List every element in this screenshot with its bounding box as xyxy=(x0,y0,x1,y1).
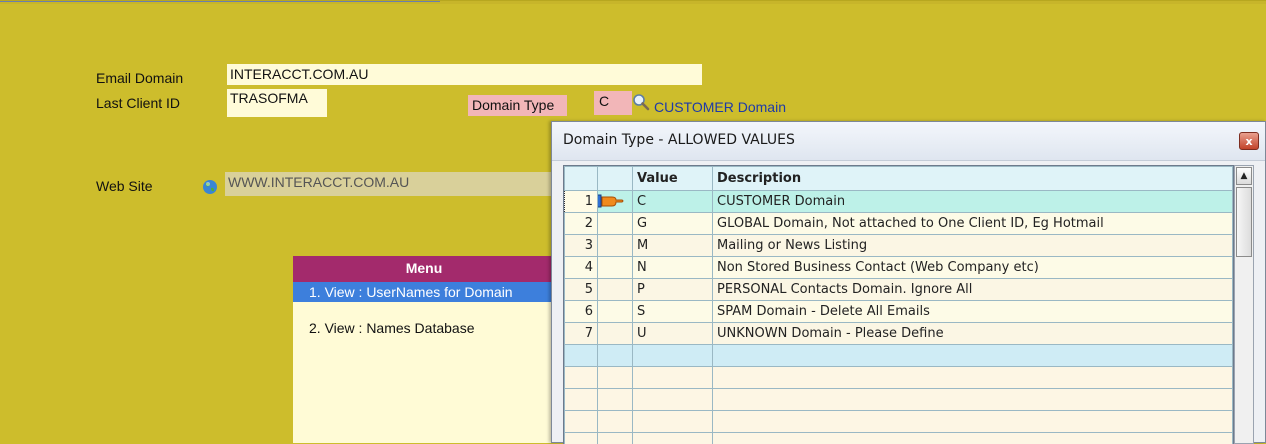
row-number: 6 xyxy=(565,301,598,323)
col-header-description[interactable]: Description xyxy=(713,167,1233,191)
menu-panel: Menu 1. View : UserNames for Domain 2. V… xyxy=(293,256,555,443)
table-row[interactable]: 1 C CUSTOMER Domain xyxy=(565,191,1233,213)
row-indicator xyxy=(598,213,633,235)
title-accent-line xyxy=(0,1,440,2)
row-value: C xyxy=(633,191,713,213)
domain-type-description: CUSTOMER Domain xyxy=(654,99,786,115)
row-description: Non Stored Business Contact (Web Company… xyxy=(713,257,1233,279)
row-value: P xyxy=(633,279,713,301)
domain-type-field[interactable]: C xyxy=(594,91,632,115)
close-button[interactable]: x xyxy=(1239,132,1259,150)
row-description: SPAM Domain - Delete All Emails xyxy=(713,301,1233,323)
email-domain-label: Email Domain xyxy=(96,70,183,86)
row-number: 7 xyxy=(565,323,598,345)
col-header-value[interactable]: Value xyxy=(633,167,713,191)
grid-header-row: Value Description xyxy=(565,167,1233,191)
empty-row[interactable] xyxy=(565,411,1233,433)
row-value: M xyxy=(633,235,713,257)
row-value: N xyxy=(633,257,713,279)
scroll-up-arrow-icon[interactable]: ▲ xyxy=(1236,167,1252,185)
row-indicator xyxy=(598,191,633,213)
table-row[interactable]: 4 N Non Stored Business Contact (Web Com… xyxy=(565,257,1233,279)
row-description: GLOBAL Domain, Not attached to One Clien… xyxy=(713,213,1233,235)
row-value: U xyxy=(633,323,713,345)
row-indicator xyxy=(598,235,633,257)
close-icon: x xyxy=(1245,135,1252,148)
row-number: 2 xyxy=(565,213,598,235)
row-value: S xyxy=(633,301,713,323)
email-domain-field[interactable]: INTERACCT.COM.AU xyxy=(227,64,702,85)
row-number: 1 xyxy=(565,191,598,213)
row-description: PERSONAL Contacts Domain. Ignore All xyxy=(713,279,1233,301)
empty-row[interactable] xyxy=(565,367,1233,389)
pointing-hand-icon xyxy=(598,193,625,213)
lookup-magnifier-icon[interactable] xyxy=(632,93,650,115)
row-description: UNKNOWN Domain - Please Define xyxy=(713,323,1233,345)
row-number: 4 xyxy=(565,257,598,279)
globe-icon[interactable] xyxy=(202,179,218,199)
col-header-indicator xyxy=(598,167,633,191)
empty-row[interactable] xyxy=(565,389,1233,411)
table-row[interactable]: 7 U UNKNOWN Domain - Please Define xyxy=(565,323,1233,345)
row-indicator xyxy=(598,323,633,345)
menu-item-view-usernames[interactable]: 1. View : UserNames for Domain xyxy=(293,282,555,302)
row-description: CUSTOMER Domain xyxy=(713,191,1233,213)
row-indicator xyxy=(598,257,633,279)
dialog-title: Domain Type - ALLOWED VALUES xyxy=(563,132,795,148)
vertical-scrollbar[interactable]: ▲ xyxy=(1234,165,1254,444)
empty-row[interactable] xyxy=(565,345,1233,367)
row-value: G xyxy=(633,213,713,235)
window-top-border xyxy=(0,0,1266,4)
row-number: 3 xyxy=(565,235,598,257)
row-description: Mailing or News Listing xyxy=(713,235,1233,257)
table-row[interactable]: 2 G GLOBAL Domain, Not attached to One C… xyxy=(565,213,1233,235)
web-site-field[interactable]: WWW.INTERACCT.COM.AU xyxy=(225,172,555,196)
table-row[interactable]: 5 P PERSONAL Contacts Domain. Ignore All xyxy=(565,279,1233,301)
empty-row[interactable] xyxy=(565,433,1233,444)
menu-item-view-names-database[interactable]: 2. View : Names Database xyxy=(293,318,555,338)
last-client-id-field[interactable]: TRASOFMA xyxy=(227,89,327,117)
dialog-titlebar[interactable]: Domain Type - ALLOWED VALUES x xyxy=(552,122,1265,161)
domain-type-label: Domain Type xyxy=(468,95,567,116)
web-site-label: Web Site xyxy=(96,178,153,194)
table-row[interactable]: 3 M Mailing or News Listing xyxy=(565,235,1233,257)
table-row[interactable]: 6 S SPAM Domain - Delete All Emails xyxy=(565,301,1233,323)
scroll-thumb[interactable] xyxy=(1236,187,1252,257)
allowed-values-dialog: Domain Type - ALLOWED VALUES x Value Des… xyxy=(551,121,1266,443)
row-indicator xyxy=(598,301,633,323)
last-client-id-label: Last Client ID xyxy=(96,95,180,111)
menu-header: Menu xyxy=(293,256,555,282)
row-number: 5 xyxy=(565,279,598,301)
row-indicator xyxy=(598,279,633,301)
col-header-row-number xyxy=(565,167,598,191)
allowed-values-grid: Value Description 1 C CUSTOMER Domain xyxy=(563,165,1234,444)
